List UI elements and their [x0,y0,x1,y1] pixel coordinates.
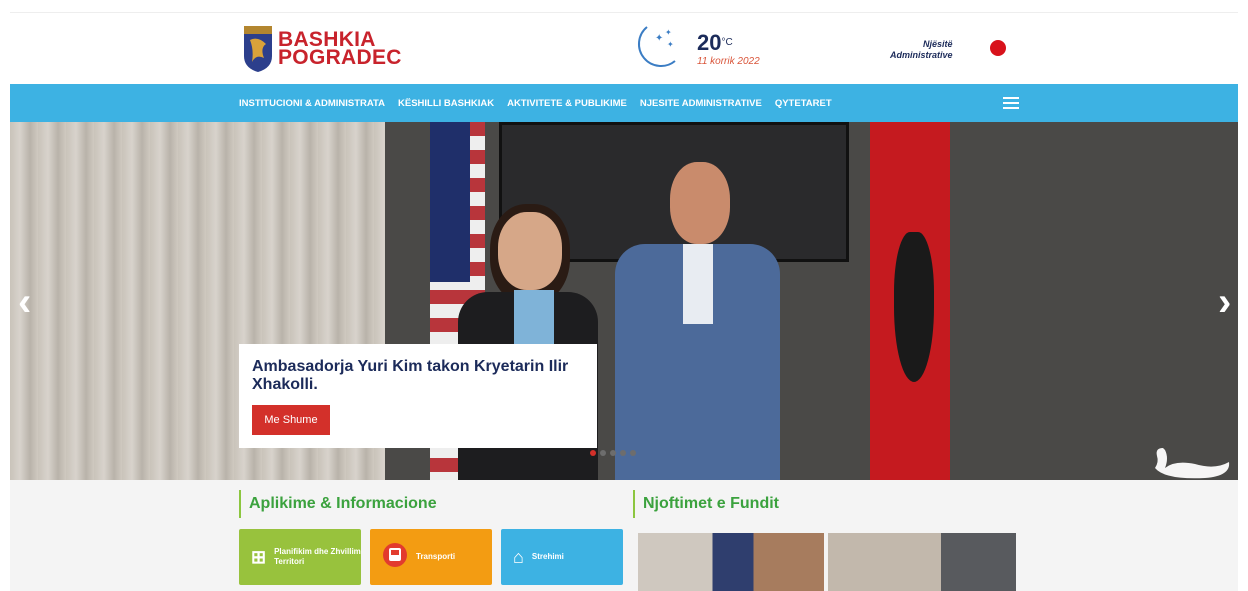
main-nav: INSTITUCIONI & ADMINISTRATA KËSHILLI BAS… [10,84,1238,122]
slider-dot[interactable] [600,450,606,456]
section-title-aplikime: Aplikime & Informacione [239,490,437,518]
hero-caption-title: Ambasadorja Yuri Kim takon Kryetarin Ili… [252,358,569,393]
news-thumbnail[interactable] [638,533,824,591]
weather-unit: °C [721,36,733,48]
hero-slider: ‹ › Ambasadorja Yuri Kim takon Kryetarin… [10,122,1238,480]
section-title-njoftimet: Njoftimet e Fundit [633,490,779,518]
tile-label: Strehimi [531,552,564,561]
tile-planifikim[interactable]: ⊞ Planifikim dhe Zhvillim Territori [239,529,361,585]
svg-text:✦: ✦ [655,33,663,44]
svg-text:✦: ✦ [665,28,672,37]
bus-icon [382,542,408,573]
slider-dot[interactable] [630,450,636,456]
nav-item-njesite[interactable]: NJESITE ADMINISTRATIVE [640,98,762,109]
tile-label: Transporti [416,552,456,561]
nav-item-keshilli[interactable]: KËSHILLI BASHKIAK [398,98,494,109]
prev-slide-icon[interactable]: ‹ [18,282,31,322]
albanian-flag-image [870,122,950,480]
me-shume-button[interactable]: Me Shume [252,405,330,435]
coat-of-arms-icon [244,26,272,72]
slider-dot[interactable] [590,450,596,456]
moon-icon: ✦ ✦ ✦ [637,26,676,68]
menu-icon[interactable] [1003,97,1019,109]
slider-dot[interactable] [610,450,616,456]
weather-date: 11 korrik 2022 [697,55,760,67]
site-header: BASHKIA POGRADEC ✦ ✦ ✦ 20°C 11 korrik 20… [10,12,1238,84]
nav-item-institucioni[interactable]: INSTITUCIONI & ADMINISTRATA [239,98,385,109]
page: BASHKIA POGRADEC ✦ ✦ ✦ 20°C 11 korrik 20… [0,0,1248,591]
albanian-flag-icon[interactable] [990,40,1006,56]
hero-person-mayor [615,162,780,480]
weather-widget: ✦ ✦ ✦ 20°C 11 korrik 2022 [625,23,760,75]
njesite-link[interactable]: Njësitë Administrative [890,39,953,61]
hero-caption: Ambasadorja Yuri Kim takon Kryetarin Ili… [239,344,597,448]
nav-item-aktivitete[interactable]: AKTIVITETE & PUBLIKIME [507,98,627,109]
lower-section: Aplikime & Informacione Njoftimet e Fund… [10,480,1238,591]
next-slide-icon[interactable]: › [1218,282,1231,322]
news-thumbnail[interactable] [828,533,1016,591]
swan-icon [1155,448,1230,479]
site-logo[interactable]: BASHKIA POGRADEC [242,24,402,74]
logo-line-2: POGRADEC [278,46,402,69]
tile-strehimi[interactable]: ⌂ Strehimi [501,529,623,585]
svg-text:✦: ✦ [667,40,674,49]
tile-transporti[interactable]: Transporti [370,529,492,585]
weather-temperature: 20 [697,29,722,55]
map-icon: ⊞ [251,546,267,567]
tile-label: Planifikim dhe Zhvillim Territori [274,547,361,566]
housing-icon: ⌂ [513,546,524,567]
nav-item-qytetaret[interactable]: QYTETARET [775,98,832,109]
njesite-line-2: Administrative [890,50,953,60]
njesite-line-1: Njësitë [923,39,953,49]
slider-dot[interactable] [620,450,626,456]
slider-dots [590,450,640,456]
